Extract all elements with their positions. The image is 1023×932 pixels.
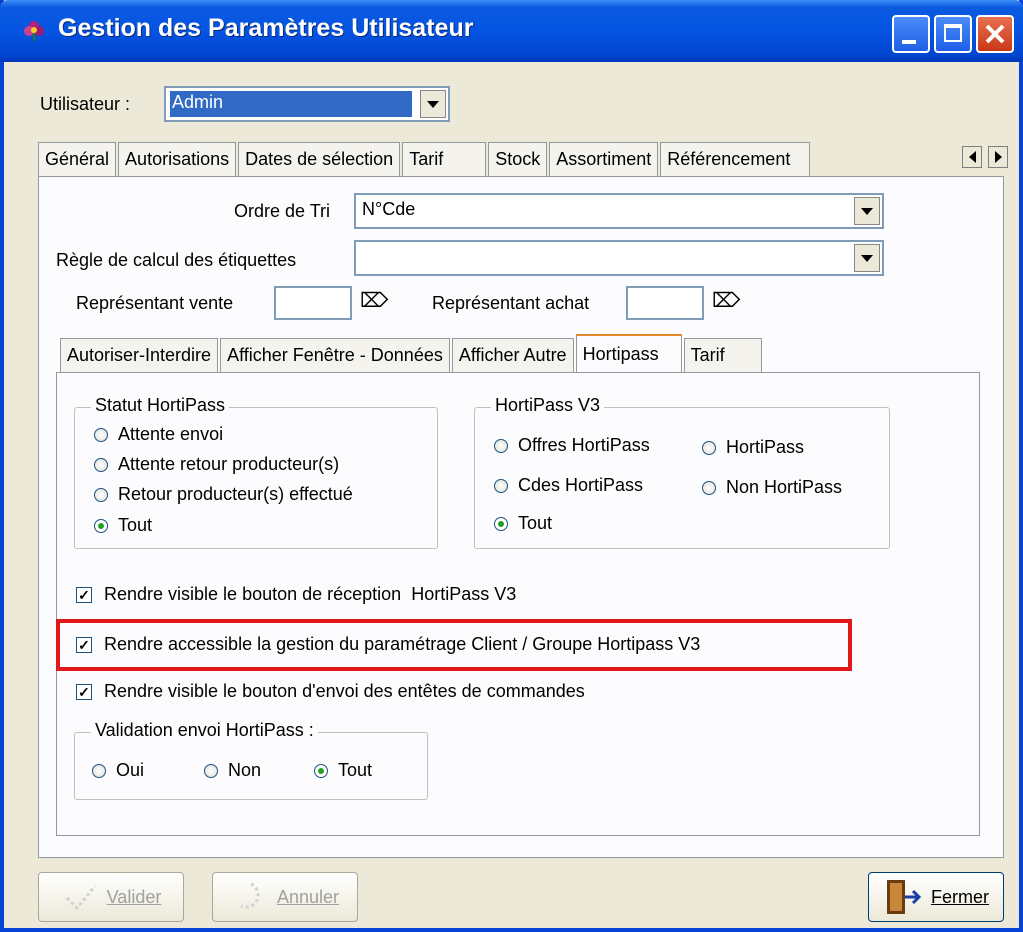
check-icon[interactable]: ✓ (76, 636, 92, 653)
title-bar[interactable]: Gestion des Paramètres Utilisateur (0, 0, 1023, 62)
annuler-button[interactable]: Annuler (212, 872, 358, 922)
tab-scroll-left-button[interactable] (962, 146, 982, 168)
radio-circle-selected[interactable] (94, 518, 108, 533)
user-label: Utilisateur : (40, 94, 131, 114)
valider-button[interactable]: Valider (38, 872, 184, 922)
radio-circle[interactable] (94, 457, 108, 472)
radio-validation-tout[interactable]: Tout (314, 760, 372, 781)
radio-offres-hortipass[interactable]: Offres HortiPass (494, 435, 650, 456)
validation-envoi-legend: Validation envoi HortiPass : (91, 720, 318, 741)
rep-vente-lookup-icon[interactable]: ⌦ (360, 288, 388, 313)
radio-label: Tout (118, 515, 153, 535)
tab-assortiment[interactable]: Assortiment (549, 142, 659, 176)
hortipass-v3-legend: HortiPass V3 (491, 395, 605, 416)
close-icon (985, 24, 1005, 44)
radio-label: Oui (116, 760, 145, 780)
checkbox-accessible-parametrage[interactable]: ✓ Rendre accessible la gestion du paramét… (76, 634, 700, 655)
tab-autorisations[interactable]: Autorisations (118, 142, 237, 176)
radio-v3-tout[interactable]: Tout (494, 513, 552, 534)
checkbox-label: Rendre visible le bouton d'envoi des ent… (104, 681, 585, 701)
cancel-icon (240, 882, 260, 909)
radio-label: Attente envoi (118, 424, 224, 444)
regle-calcul-label: Règle de calcul des étiquettes (56, 250, 297, 270)
radio-label: Retour producteur(s) effectué (118, 484, 353, 504)
radio-attente-retour[interactable]: Attente retour producteur(s) (94, 454, 339, 475)
checkbox-label: Rendre accessible la gestion du paramétr… (104, 634, 701, 654)
radio-statut-tout[interactable]: Tout (94, 515, 152, 536)
subtab-hortipass[interactable]: Hortipass (575, 334, 682, 372)
maximize-button[interactable] (934, 15, 972, 53)
tab-dates-selection[interactable]: Dates de sélection (238, 142, 401, 176)
fermer-button[interactable]: Fermer (868, 872, 1004, 922)
radio-circle[interactable] (494, 438, 508, 453)
chevron-down-icon[interactable] (420, 90, 446, 118)
subtab-autoriser-interdire[interactable]: Autoriser-Interdire (60, 338, 219, 372)
valider-label: Valider (106, 886, 162, 907)
checkbox-visible-envoi-entetes[interactable]: ✓ Rendre visible le bouton d'envoi des en… (76, 681, 585, 702)
main-tab-strip: Général Autorisations Dates de sélection… (38, 142, 812, 176)
radio-circle[interactable] (702, 480, 716, 495)
sub-tab-strip: Autoriser-Interdire Afficher Fenêtre - D… (60, 334, 764, 372)
rep-achat-label: Représentant achat (432, 293, 590, 313)
tab-general[interactable]: Général (38, 142, 117, 176)
tab-tarif[interactable]: Tarif (402, 142, 487, 176)
validate-icon (65, 885, 96, 911)
tab-referencement[interactable]: Référencement (660, 142, 811, 176)
radio-label: Non (228, 760, 262, 780)
dialog-window: Gestion des Paramètres Utilisateur Utili… (0, 0, 1023, 932)
rep-vente-label: Représentant vente (76, 293, 234, 313)
radio-circle[interactable] (94, 487, 108, 502)
ordre-tri-select[interactable]: N°Cde (354, 193, 884, 229)
radio-circle[interactable] (204, 763, 218, 778)
checkbox-visible-reception[interactable]: ✓ Rendre visible le bouton de réception H… (76, 584, 516, 605)
radio-non[interactable]: Non (204, 760, 261, 781)
radio-label: Attente retour producteur(s) (118, 454, 340, 474)
radio-oui[interactable]: Oui (92, 760, 144, 781)
check-icon[interactable]: ✓ (76, 683, 92, 700)
fermer-label: Fermer (931, 886, 989, 907)
regle-calcul-select[interactable] (354, 240, 884, 276)
ordre-tri-label: Ordre de Tri (234, 201, 331, 221)
rep-achat-input[interactable] (626, 286, 704, 320)
tab-stock[interactable]: Stock (488, 142, 548, 176)
radio-label: Cdes HortiPass (518, 475, 644, 495)
user-select[interactable]: Admin (164, 86, 450, 122)
radio-retour-effectue[interactable]: Retour producteur(s) effectué (94, 484, 353, 505)
radio-circle-selected[interactable] (494, 516, 508, 531)
user-select-value: Admin (172, 92, 224, 112)
radio-non-hortipass[interactable]: Non HortiPass (702, 477, 842, 498)
radio-label: Offres HortiPass (518, 435, 650, 455)
annuler-label: Annuler (276, 886, 340, 907)
statut-hortipass-legend: Statut HortiPass (91, 395, 230, 416)
radio-circle[interactable] (702, 440, 716, 455)
subtab-afficher-fenetre[interactable]: Afficher Fenêtre - Données (220, 338, 450, 372)
radio-label: Non HortiPass (726, 477, 843, 497)
subtab-afficher-autre[interactable]: Afficher Autre (451, 338, 574, 372)
close-button[interactable] (976, 15, 1014, 53)
radio-cdes-hortipass[interactable]: Cdes HortiPass (494, 475, 643, 496)
checkbox-label: Rendre visible le bouton de réception Ho… (104, 584, 517, 604)
subtab-tarif[interactable]: Tarif (683, 338, 762, 372)
rep-vente-input[interactable] (274, 286, 352, 320)
minimize-button[interactable] (892, 15, 930, 53)
app-flower-icon (24, 21, 44, 41)
radio-label: HortiPass (726, 437, 805, 457)
radio-label: Tout (518, 513, 553, 533)
window-title: Gestion des Paramètres Utilisateur (58, 14, 474, 42)
door-exit-icon (887, 880, 922, 914)
radio-circle-selected[interactable] (314, 763, 328, 778)
rep-achat-lookup-icon[interactable]: ⌦ (712, 288, 740, 313)
radio-hortipass[interactable]: HortiPass (702, 437, 804, 458)
radio-circle[interactable] (94, 427, 108, 442)
radio-circle[interactable] (494, 478, 508, 493)
radio-circle[interactable] (92, 763, 106, 778)
tab-scroll-right-button[interactable] (988, 146, 1008, 168)
chevron-down-icon[interactable] (854, 244, 880, 272)
ordre-tri-value: N°Cde (362, 199, 416, 219)
check-icon[interactable]: ✓ (76, 586, 92, 603)
chevron-down-icon[interactable] (854, 197, 880, 225)
radio-attente-envoi[interactable]: Attente envoi (94, 424, 223, 445)
radio-label: Tout (338, 760, 373, 780)
